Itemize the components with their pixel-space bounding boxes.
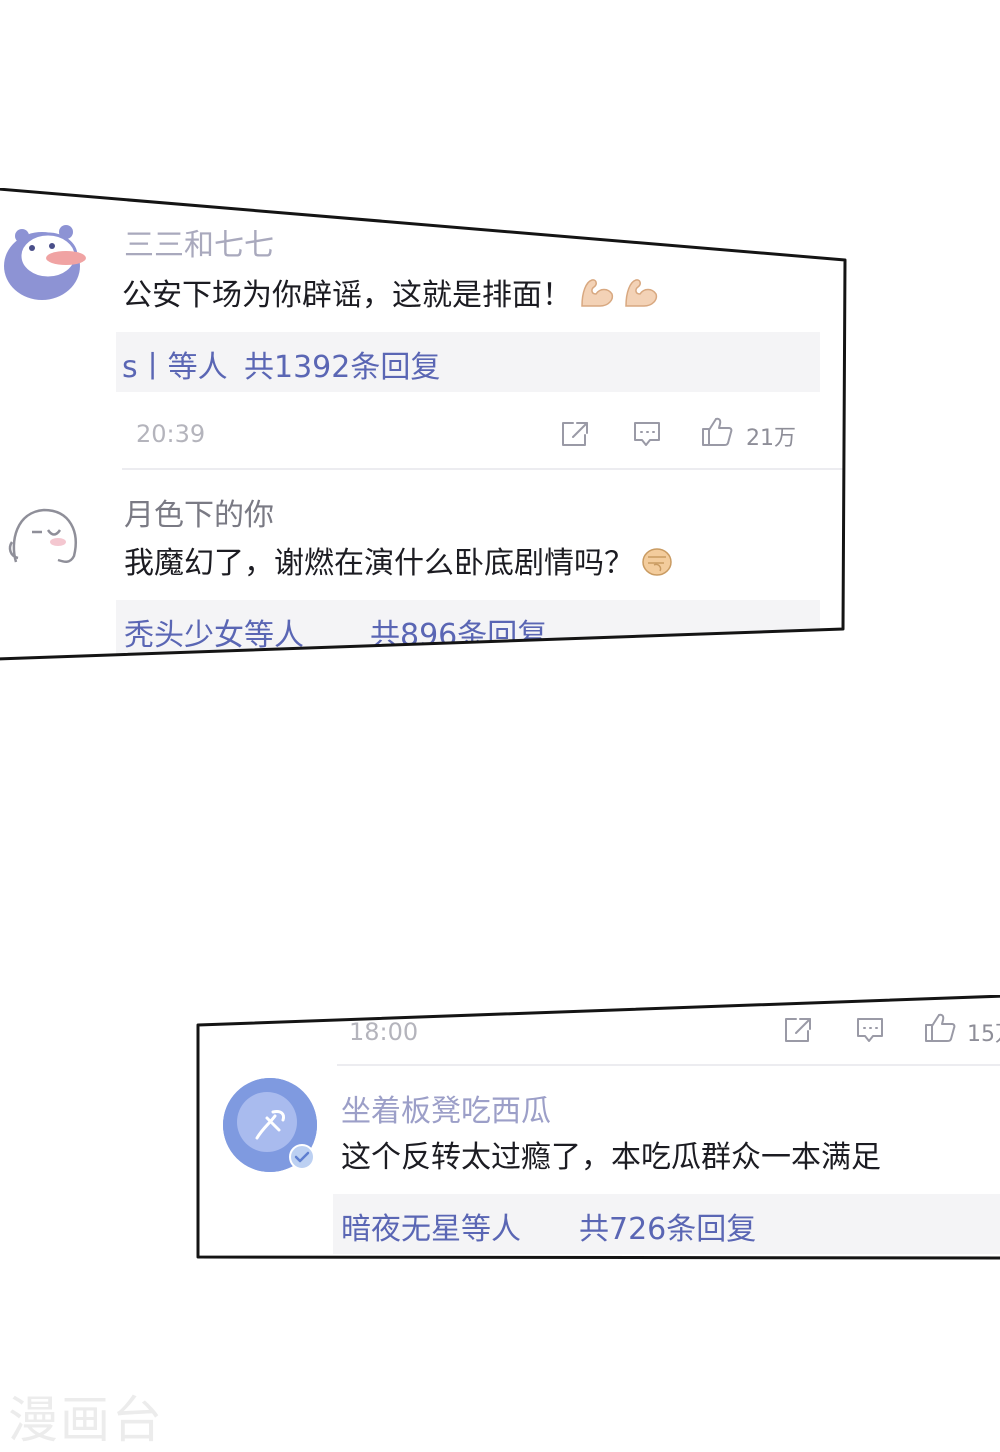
verified-badge-icon — [289, 1144, 315, 1170]
comment-icon[interactable] — [855, 1016, 885, 1044]
like-count: 15万 — [967, 1022, 1000, 1047]
comment-time: 20:39 — [136, 420, 206, 448]
reply-total[interactable]: 共726条回复 — [579, 1204, 756, 1248]
comment-username[interactable]: 月色下的你 — [124, 490, 274, 534]
avatar-bear-icon[interactable] — [2, 218, 88, 304]
like-icon[interactable] — [923, 1012, 957, 1044]
comment-text: 我魔幻了，谢燃在演什么卧底剧情吗？ — [124, 538, 674, 585]
fist-icon — [640, 545, 674, 585]
like-icon[interactable] — [700, 416, 734, 448]
comment-text: 公安下场为你辟谣，这就是排面！ — [122, 270, 660, 318]
reply-total[interactable]: 共1392条回复 — [244, 342, 440, 386]
comment-body: 我魔幻了，谢燃在演什么卧底剧情吗？ — [124, 546, 634, 581]
comment-divider — [122, 468, 845, 470]
comment-panel-1: 三三和七七 公安下场为你辟谣，这就是排面！ s丨等人 共1392条回复 20:3… — [0, 188, 845, 659]
flexed-biceps-icon — [578, 276, 616, 318]
comment-icon[interactable] — [632, 420, 662, 448]
watermark-logo: 漫画台 — [8, 1391, 164, 1449]
comment-panel-2: 18:00 15万 — [197, 996, 1000, 1258]
flexed-biceps-icon — [622, 276, 660, 318]
share-icon[interactable] — [560, 420, 590, 448]
reply-users[interactable]: s丨等人 — [122, 342, 228, 386]
like-count: 21万 — [746, 426, 796, 451]
comment-time: 18:00 — [349, 1018, 419, 1046]
comment-username[interactable]: 坐着板凳吃西瓜 — [341, 1086, 551, 1130]
comment-body: 公安下场为你辟谣，这就是排面！ — [122, 278, 572, 313]
share-icon[interactable] — [783, 1016, 813, 1044]
comment-divider — [337, 1064, 1000, 1066]
comment-username[interactable]: 三三和七七 — [124, 220, 274, 264]
reply-users[interactable]: 秃头少女等人 — [124, 610, 304, 654]
comment-text: 这个反转太过瘾了，本吃瓜群众一本满足 — [341, 1140, 881, 1175]
reply-users[interactable]: 暗夜无星等人 — [341, 1204, 521, 1248]
avatar-ghost-icon[interactable] — [6, 502, 82, 572]
reply-total[interactable]: 共896条回复 — [370, 610, 547, 654]
